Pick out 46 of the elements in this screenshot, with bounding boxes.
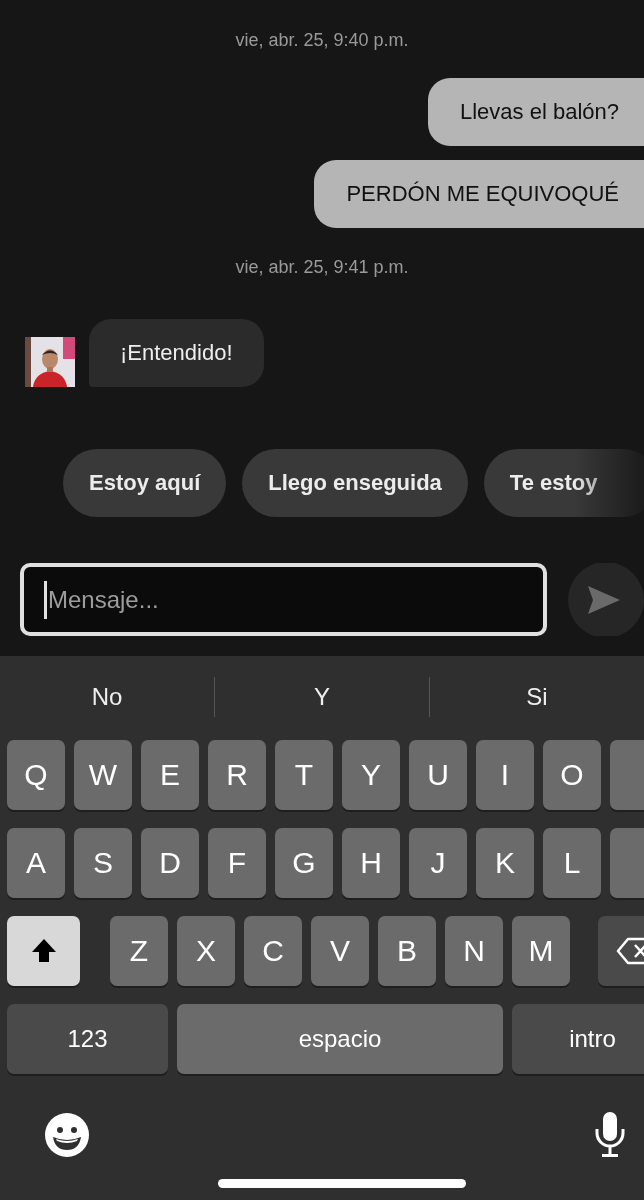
letter-key[interactable]: D bbox=[141, 828, 199, 898]
letter-key[interactable]: X bbox=[177, 916, 235, 986]
letter-key[interactable]: F bbox=[208, 828, 266, 898]
shift-icon bbox=[30, 938, 57, 964]
letter-key[interactable]: V bbox=[311, 916, 369, 986]
letter-key[interactable]: R bbox=[208, 740, 266, 810]
message-timestamp: vie, abr. 25, 9:40 p.m. bbox=[235, 29, 409, 52]
microphone-icon[interactable] bbox=[595, 1112, 625, 1158]
word-suggestion[interactable]: Y bbox=[215, 682, 429, 711]
letter-key[interactable]: B bbox=[378, 916, 436, 986]
letter-key[interactable]: J bbox=[409, 828, 467, 898]
message-field[interactable]: Mensaje... bbox=[20, 563, 547, 636]
word-suggestion[interactable]: No bbox=[0, 682, 214, 711]
letter-key[interactable]: K bbox=[476, 828, 534, 898]
received-message: ¡Entendido! bbox=[89, 319, 264, 387]
letter-key[interactable]: M bbox=[512, 916, 570, 986]
letter-key[interactable]: U bbox=[409, 740, 467, 810]
emoji-icon[interactable] bbox=[45, 1113, 89, 1157]
letter-key[interactable]: I bbox=[476, 740, 534, 810]
letter-key[interactable]: C bbox=[244, 916, 302, 986]
letter-key[interactable]: W bbox=[74, 740, 132, 810]
sent-message: Llevas el balón? bbox=[428, 78, 644, 146]
letter-key[interactable]: E bbox=[141, 740, 199, 810]
quick-reply-chip[interactable]: Estoy aquí bbox=[63, 449, 227, 517]
letter-key[interactable]: G bbox=[275, 828, 333, 898]
quick-reply-chip[interactable]: Te estoy bbox=[483, 449, 644, 517]
send-icon bbox=[588, 586, 620, 614]
word-suggestion[interactable]: Si bbox=[430, 682, 644, 711]
return-key[interactable]: intro bbox=[512, 1004, 644, 1074]
quick-reply-chip[interactable]: Llego enseguida bbox=[242, 449, 468, 517]
letter-key[interactable]: Y bbox=[342, 740, 400, 810]
letter-key[interactable]: Q bbox=[7, 740, 65, 810]
letter-key[interactable]: O bbox=[543, 740, 601, 810]
letter-key[interactable]: N bbox=[445, 916, 503, 986]
letter-key[interactable]: H bbox=[342, 828, 400, 898]
space-key[interactable]: espacio bbox=[177, 1004, 503, 1074]
numbers-key[interactable]: 123 bbox=[7, 1004, 168, 1074]
letter-key[interactable]: Z bbox=[110, 916, 168, 986]
sent-message: PERDÓN ME EQUIVOQUÉ bbox=[314, 160, 644, 228]
letter-key[interactable]: A bbox=[7, 828, 65, 898]
shift-key[interactable] bbox=[7, 916, 80, 986]
letter-key[interactable]: L bbox=[543, 828, 601, 898]
letter-key[interactable]: S bbox=[74, 828, 132, 898]
message-timestamp: vie, abr. 25, 9:41 p.m. bbox=[235, 256, 409, 279]
letter-key[interactable]: T bbox=[275, 740, 333, 810]
backspace-icon bbox=[616, 937, 644, 965]
